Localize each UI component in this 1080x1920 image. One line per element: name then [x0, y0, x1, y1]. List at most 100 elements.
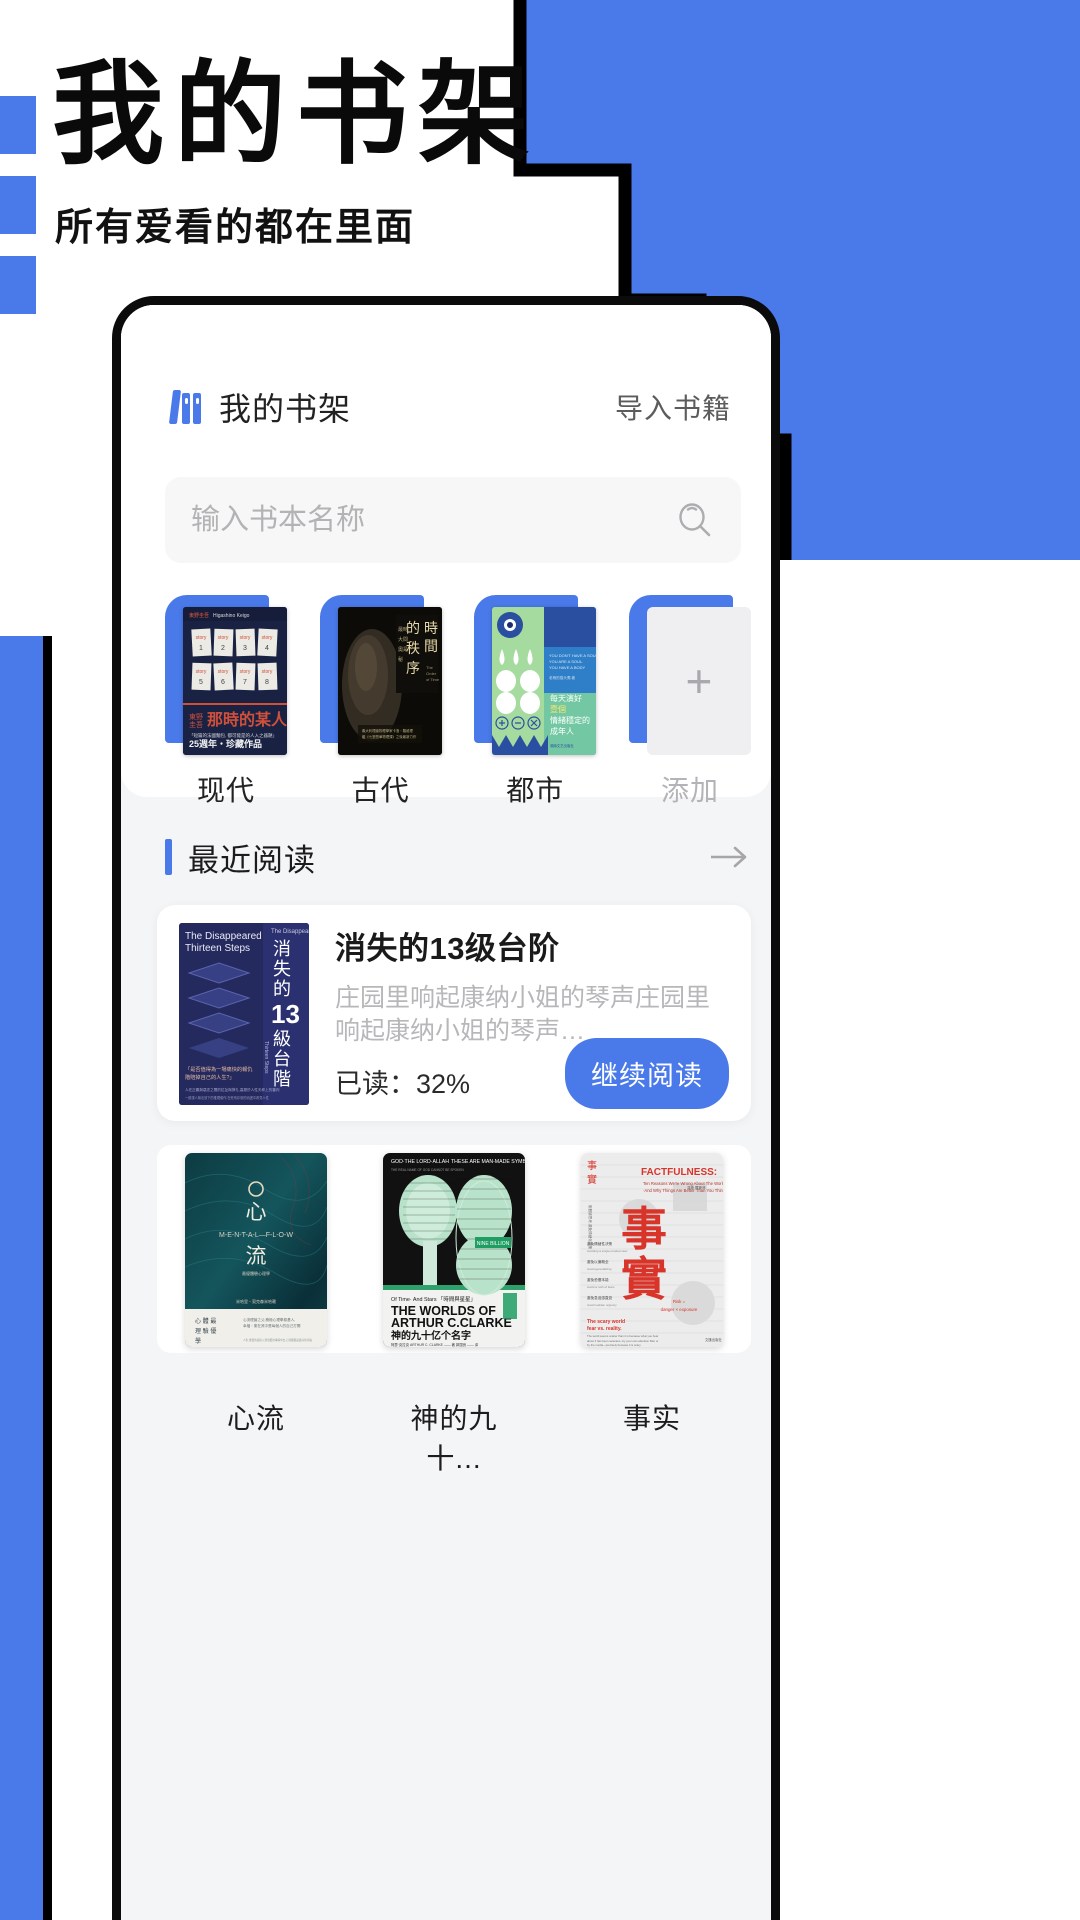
svg-text:成年人: 成年人: [550, 726, 574, 736]
svg-text:Order: Order: [426, 671, 437, 676]
svg-text:ARTHUR C.CLARKE: ARTHUR C.CLARKE: [391, 1316, 512, 1330]
svg-text:M-E-N-T-A-L—F-L-O-W: M-E-N-T-A-L—F-L-O-W: [219, 1232, 293, 1239]
svg-text:The Disappeared: The Disappeared: [271, 929, 309, 935]
svg-text:奧是: 奧是: [398, 646, 408, 653]
svg-text:羅斯林: 羅斯林: [695, 1185, 706, 1190]
svg-text:東野: 東野: [189, 712, 203, 721]
svg-text:story: story: [196, 635, 207, 641]
decoration-left-bars: [0, 96, 36, 336]
svg-text:story: story: [262, 669, 273, 675]
svg-text:by the media—precisely because: by the media—precisely because it is sca…: [587, 1343, 641, 1347]
svg-text:danger × exposure: danger × exposure: [661, 1307, 698, 1312]
recent-book-title: 消失的13级台阶: [335, 931, 560, 966]
arrow-right-icon[interactable]: [707, 842, 751, 872]
decoration-left-block: [0, 636, 52, 1920]
svg-text:Avoid sudden urgency: Avoid sudden urgency: [587, 1303, 617, 1307]
svg-text:Higashino Keigo: Higashino Keigo: [213, 613, 250, 619]
add-category-placeholder[interactable]: +: [646, 607, 751, 755]
svg-text:大間: 大間: [398, 636, 408, 643]
svg-text:消: 消: [273, 939, 291, 959]
svg-text:of Time: of Time: [426, 677, 440, 682]
svg-text:·And Why Things Are Better Tha: ·And Why Things Are Better Than You Thin…: [643, 1188, 723, 1193]
category-row: 東野圭吾 Higashino Keigo story story story s…: [165, 595, 751, 809]
book-item[interactable]: 心 M-E-N-T-A-L—F-L-O-W 流 最優體驗心理學 米哈里・契克森米…: [185, 1153, 327, 1477]
search-input[interactable]: [191, 503, 675, 537]
svg-text:story: story: [218, 669, 229, 675]
svg-text:最優體驗心理學: 最優體驗心理學: [242, 1270, 270, 1276]
svg-text:YOU ARE A SOUL.: YOU ARE A SOUL.: [549, 659, 583, 664]
svg-text:1: 1: [199, 645, 203, 652]
import-books-button[interactable]: 导入书籍: [615, 387, 731, 427]
category-item-ancient[interactable]: 時 間 的 秩 序 最時 大間 奧是 秘 The Order of Time 義…: [319, 595, 442, 809]
category-cover-image: YOU DON'T HAVE A SOUL. YOU ARE A SOUL. Y…: [492, 607, 597, 755]
svg-text:東野圭吾: 東野圭吾: [189, 612, 209, 619]
svg-text:Thirteen Steps: Thirteen Steps: [185, 943, 250, 954]
book-item[interactable]: GOD·THE LORD·ALLAH THESE ARE MAN-MADE SY…: [383, 1153, 525, 1477]
page-subtitle: 所有爱看的都在里面: [55, 207, 416, 249]
svg-text:情緒穩定的: 情緒穩定的: [550, 715, 590, 725]
book-label: 心流: [226, 1403, 285, 1434]
recent-section-title: 最近阅读: [188, 842, 316, 878]
svg-text:Avoid generalizing: Avoid generalizing: [587, 1267, 612, 1271]
svg-text:秩: 秩: [406, 640, 420, 656]
recent-section-header: 最近阅读: [165, 835, 751, 879]
svg-text:學: 學: [195, 1337, 201, 1345]
search-bar[interactable]: [165, 477, 741, 563]
svg-text:阿瑟·克拉克 ARTHUR C. CLARKE —— 著: 阿瑟·克拉克 ARTHUR C. CLARKE —— 著 郭国良 —— 译: [391, 1342, 479, 1347]
svg-text:階: 階: [273, 1069, 291, 1089]
category-art: 東野圭吾 Higashino Keigo story story story s…: [165, 595, 287, 755]
search-icon[interactable]: [675, 500, 715, 540]
category-item-add[interactable]: + 添加: [628, 595, 751, 809]
category-item-urban[interactable]: YOU DON'T HAVE A SOUL. YOU ARE A SOUL. Y…: [474, 595, 597, 809]
svg-text:間: 間: [424, 638, 438, 654]
svg-text:3: 3: [243, 645, 247, 652]
svg-text:心流理論之父,積極心理學奠基人,: 心流理論之父,積極心理學奠基人,: [243, 1317, 295, 1322]
svg-text:事: 事: [587, 1159, 597, 1172]
bookshelf-icon: [168, 390, 201, 424]
recent-book-info: 消失的13级台阶 庄园里响起康纳小姐的琴声庄园里响起康纳小姐的琴声… 已读：32…: [335, 923, 729, 1109]
svg-text:避免急迫感直覺: 避免急迫感直覺: [587, 1295, 613, 1300]
book-cover-image: 事 實 用數據思考,避免情緒化決策 FACTFULNESS: Ten Reaso…: [581, 1153, 723, 1347]
svg-text:5: 5: [199, 679, 203, 686]
svg-text:fear vs. reality.: fear vs. reality.: [587, 1326, 622, 1332]
svg-text:時: 時: [424, 620, 438, 636]
svg-text:心 體 最: 心 體 最: [195, 1317, 216, 1325]
svg-text:「短篇的法國麵包, 都可能是的人入之器題」: 「短篇的法國麵包, 都可能是的人入之器題」: [189, 732, 277, 739]
svg-text:理 驗 優: 理 驗 優: [195, 1327, 216, 1335]
svg-text:避免以偏概全: 避免以偏概全: [587, 1259, 609, 1264]
svg-text:心: 心: [246, 1201, 267, 1224]
svg-text:Of Time· And Stars 「時間與星星」: Of Time· And Stars 「時間與星星」: [391, 1295, 476, 1303]
category-art: YOU DON'T HAVE A SOUL. YOU ARE A SOUL. Y…: [474, 595, 597, 755]
svg-text:story: story: [240, 669, 251, 675]
svg-text:人在正義與惡念之間的拉扯與掙扎,高懸於人性天秤上的審判: 人在正義與惡念之間的拉扯與掙扎,高懸於人性天秤上的審判: [185, 1087, 280, 1092]
svg-text:GOD·THE LORD·ALLAH: GOD·THE LORD·ALLAH: [391, 1159, 449, 1165]
svg-text:The: The: [426, 665, 434, 670]
svg-text:6: 6: [221, 679, 225, 686]
category-label: 添加: [660, 775, 719, 806]
book-label: 事实: [622, 1403, 681, 1434]
plus-icon: +: [685, 655, 713, 707]
svg-text:7: 7: [243, 679, 247, 686]
svg-text:實: 實: [587, 1173, 597, 1186]
shelf-title: 我的书架: [219, 391, 352, 427]
svg-text:Avoid a rush of fears: Avoid a rush of fears: [587, 1285, 615, 1289]
svg-text:The Disappeared: The Disappeared: [185, 931, 262, 942]
category-art: +: [628, 595, 751, 755]
svg-text:秘: 秘: [398, 656, 403, 663]
svg-text:4: 4: [265, 645, 269, 652]
app-screen: 我的书架 导入书籍 输入书本名称 東野圭吾 Higashino Keigo st…: [121, 305, 771, 1920]
recent-book-card[interactable]: The Disappeared Thirteen Steps The Disap…: [157, 905, 751, 1121]
svg-text:NINE BILLION: NINE BILLION: [477, 1241, 510, 1247]
svg-text:繼《七堂簡單物理課》之後最新力作: 繼《七堂簡單物理課》之後最新力作: [362, 734, 417, 739]
svg-text:實: 實: [621, 1253, 667, 1305]
svg-text:Avoiding a single-minded view: Avoiding a single-minded view: [587, 1249, 628, 1253]
category-cover-image: 東野圭吾 Higashino Keigo story story story s…: [183, 607, 287, 755]
svg-text:湖南文艺出版社: 湖南文艺出版社: [550, 743, 574, 748]
category-item-modern[interactable]: 東野圭吾 Higashino Keigo story story story s…: [165, 595, 287, 809]
continue-reading-button[interactable]: 继续阅读: [565, 1038, 729, 1109]
svg-text:老杨的猫头鹰 著: 老杨的猫头鹰 著: [549, 675, 576, 680]
book-item[interactable]: 事 實 用數據思考,避免情緒化決策 FACTFULNESS: Ten Reaso…: [581, 1153, 723, 1477]
svg-text:義大利理論物理學家卡洛・羅維理: 義大利理論物理學家卡洛・羅維理: [362, 728, 413, 733]
svg-text:每天演好: 每天演好: [550, 693, 582, 703]
svg-text:8: 8: [265, 679, 269, 686]
